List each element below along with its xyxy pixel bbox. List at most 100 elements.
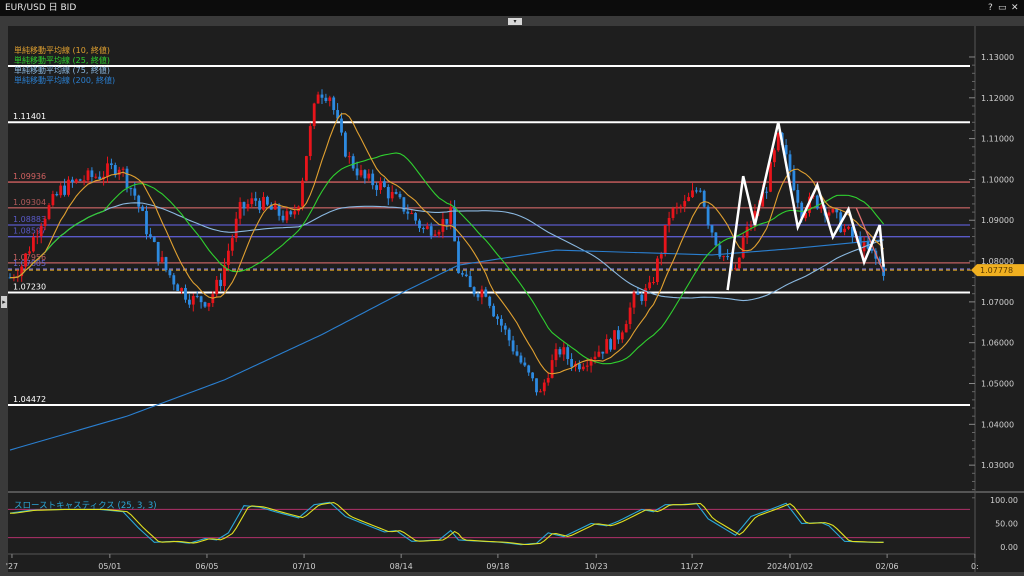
candle	[169, 270, 172, 275]
x-tick-label: 02/06	[876, 562, 899, 571]
candle	[715, 233, 718, 246]
candle	[59, 186, 62, 196]
candle	[559, 349, 562, 354]
candle	[633, 293, 636, 308]
candle	[726, 256, 729, 257]
legend-ma75[interactable]: 単純移動平均線 (75, 終値)	[14, 66, 115, 76]
candle	[492, 306, 495, 317]
candle	[208, 303, 211, 307]
candle	[258, 201, 261, 210]
x-tick-label: 06/05	[195, 562, 218, 571]
candle	[512, 340, 515, 351]
candle	[457, 241, 460, 273]
candle	[309, 126, 312, 156]
candle	[371, 174, 374, 186]
price-chart[interactable]: 1.130001.120001.110001.100001.090001.080…	[0, 0, 1024, 576]
candle	[422, 228, 425, 229]
horizontal-line-label: 1.08883	[13, 215, 46, 224]
candle	[676, 207, 679, 209]
candle	[110, 163, 113, 165]
candle	[278, 204, 281, 215]
x-tick-label: 2024/01/02	[767, 562, 813, 571]
candle	[196, 296, 199, 297]
candle	[40, 226, 43, 236]
candle	[820, 207, 823, 209]
current-price-label: 1.07778	[980, 266, 1013, 275]
candle	[75, 179, 78, 182]
candle	[219, 280, 222, 286]
candle	[473, 287, 476, 294]
candle	[243, 202, 246, 208]
candle	[352, 156, 355, 168]
candle	[395, 192, 398, 194]
candle	[254, 198, 257, 200]
candle	[71, 180, 74, 183]
candle	[594, 357, 597, 359]
candle	[28, 251, 31, 253]
candle	[523, 363, 526, 366]
candle	[843, 229, 846, 232]
candle	[165, 257, 168, 270]
candle	[469, 276, 472, 287]
candle	[687, 197, 690, 201]
candle	[289, 211, 292, 214]
candle	[609, 339, 612, 349]
candle	[652, 282, 655, 283]
candle	[461, 273, 464, 274]
candle	[274, 204, 277, 209]
candle	[379, 181, 382, 190]
candle	[742, 238, 745, 258]
candle	[796, 190, 799, 203]
candle	[87, 170, 90, 180]
candle	[325, 98, 328, 101]
stoch-tick-label: 0.00	[1000, 543, 1018, 552]
candle	[773, 150, 776, 162]
candle	[722, 256, 725, 257]
candle	[44, 219, 47, 226]
candle	[364, 170, 367, 178]
candle	[516, 351, 519, 355]
candle	[383, 181, 386, 187]
candle	[555, 349, 558, 360]
candle	[434, 234, 437, 235]
candle	[161, 257, 164, 262]
candle	[570, 359, 573, 367]
candle	[344, 133, 347, 157]
legend-ma200[interactable]: 単純移動平均線 (200, 終値)	[14, 76, 115, 86]
candle	[266, 197, 269, 205]
horizontal-line-label: 1.11401	[13, 112, 46, 121]
candle	[106, 163, 109, 176]
candle	[52, 194, 55, 205]
candle	[504, 326, 507, 330]
x-tick-label: 11/27	[681, 562, 704, 571]
candle	[656, 259, 659, 282]
candle	[399, 194, 402, 197]
legend-ma25[interactable]: 単純移動平均線 (25, 終値)	[14, 56, 115, 66]
candle	[481, 290, 484, 298]
candle	[617, 330, 620, 339]
candle	[832, 209, 835, 212]
candle	[683, 201, 686, 207]
x-tick-label: 07/10	[293, 562, 316, 571]
candle	[286, 211, 289, 220]
candle	[789, 154, 792, 170]
candle	[24, 254, 27, 267]
candle	[387, 187, 390, 198]
y-tick-label: 1.10000	[981, 175, 1014, 184]
candle	[91, 170, 94, 177]
candle	[488, 297, 491, 306]
candle	[262, 197, 265, 210]
candle	[605, 339, 608, 353]
candle	[227, 251, 230, 265]
y-tick-label: 1.09000	[981, 216, 1014, 225]
candle	[48, 205, 51, 219]
stochastic-label[interactable]: スローストキャスティクス (25, 3, 3)	[14, 499, 157, 511]
candle	[601, 352, 604, 354]
main-panel	[8, 26, 975, 492]
candle	[543, 383, 546, 392]
candle	[122, 169, 125, 170]
candle	[153, 237, 156, 242]
legend-ma10[interactable]: 単純移動平均線 (10, 終値)	[14, 46, 115, 56]
candle	[63, 186, 66, 195]
candle	[765, 192, 768, 193]
